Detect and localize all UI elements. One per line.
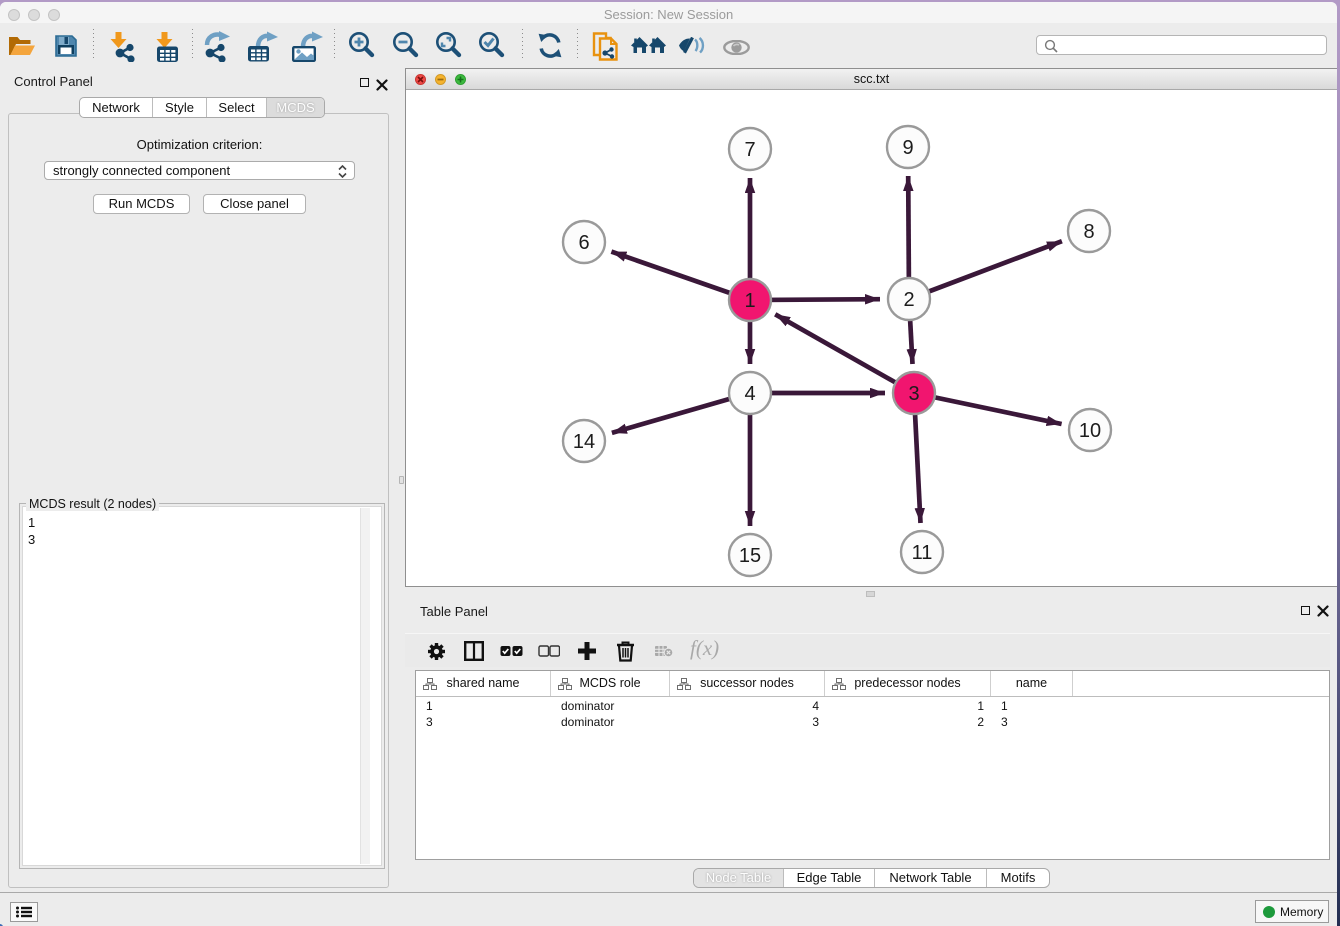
svg-text:1: 1 bbox=[744, 290, 755, 312]
svg-text:3: 3 bbox=[908, 383, 919, 405]
svg-text:8: 8 bbox=[1083, 221, 1094, 243]
svg-text:10: 10 bbox=[1079, 420, 1101, 442]
svg-text:2: 2 bbox=[903, 289, 914, 311]
svg-text:14: 14 bbox=[573, 431, 595, 453]
svg-text:15: 15 bbox=[739, 545, 761, 567]
svg-text:4: 4 bbox=[744, 383, 755, 405]
svg-text:7: 7 bbox=[744, 139, 755, 161]
svg-text:6: 6 bbox=[578, 232, 589, 254]
svg-text:11: 11 bbox=[912, 542, 933, 564]
svg-text:9: 9 bbox=[902, 137, 913, 159]
